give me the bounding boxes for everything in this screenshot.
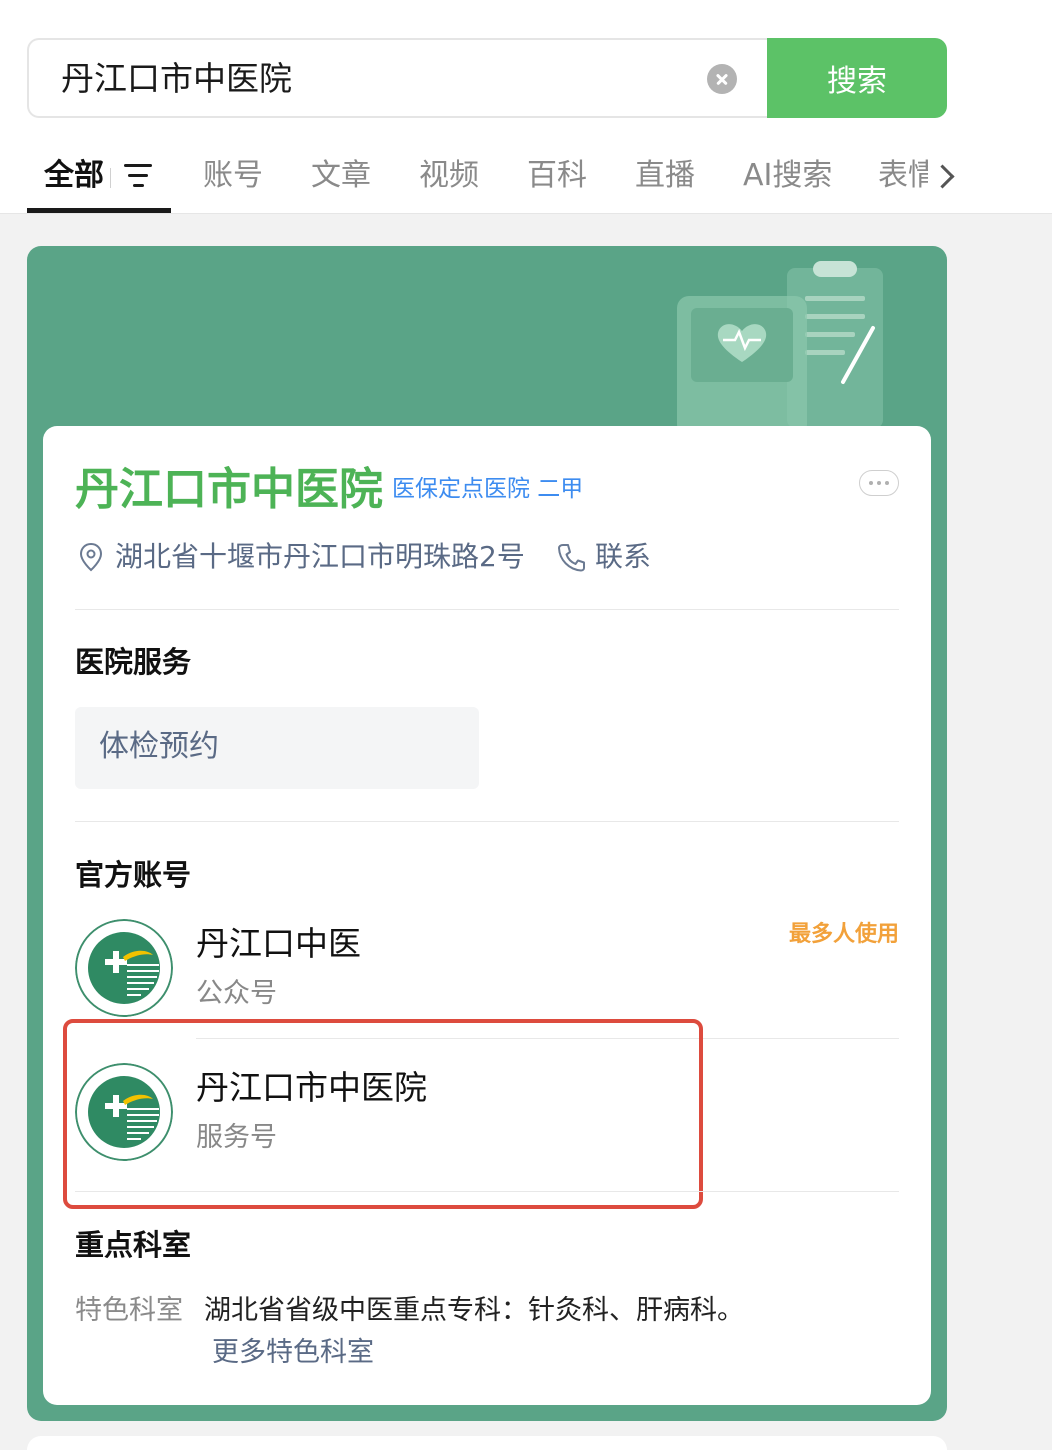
tab-live[interactable]: 直播 (635, 156, 695, 196)
divider (75, 1191, 899, 1192)
tab-baike[interactable]: 百科 (527, 156, 587, 196)
highlight-box (63, 1019, 703, 1209)
address-row: 湖北省十堰市丹江口市明珠路2号 联系 (77, 538, 897, 578)
phone-icon[interactable] (557, 542, 585, 572)
tab-articles[interactable]: 文章 (311, 156, 371, 196)
clear-icon[interactable] (707, 64, 737, 94)
divider (75, 609, 899, 610)
feature-dept-label: 特色科室 (75, 1295, 183, 1326)
search-button[interactable]: 搜索 (767, 38, 947, 118)
location-pin-icon (79, 542, 103, 572)
tab-videos[interactable]: 视频 (419, 156, 479, 196)
contact-link[interactable]: 联系 (595, 538, 651, 576)
services-title: 医院服务 (75, 645, 192, 679)
account-type: 公众号 (196, 978, 277, 1009)
tab-separator (110, 168, 111, 188)
tab-accounts[interactable]: 账号 (203, 156, 263, 196)
divider (75, 821, 899, 822)
service-label: 体检预约 (99, 729, 219, 764)
next-result-card (27, 1436, 947, 1450)
medical-clipboard-illustration (677, 261, 883, 426)
checkup-booking-button[interactable]: 体检预约 (75, 707, 479, 789)
filter-icon[interactable] (124, 164, 154, 188)
tab-ai-search[interactable]: AI搜索 (743, 156, 832, 196)
hospital-tags: 医保定点医院 二甲 (392, 476, 584, 502)
tab-all[interactable]: 全部 (44, 156, 104, 196)
departments-title: 重点科室 (75, 1228, 192, 1262)
more-options-icon[interactable] (859, 470, 899, 496)
most-used-badge: 最多人使用 (788, 922, 899, 947)
accounts-title: 官方账号 (75, 858, 192, 892)
tab-stickers[interactable]: 表情 (878, 156, 928, 196)
tab-bar: 全部 账号 文章 视频 百科 直播 AI搜索 表情 (0, 140, 1052, 214)
search-input[interactable]: 丹江口市中医院 (27, 38, 768, 118)
chevron-right-icon[interactable] (928, 160, 958, 194)
hospital-logo-avatar (75, 919, 173, 1017)
account-name: 丹江口中医 (196, 924, 361, 963)
hospital-address[interactable]: 湖北省十堰市丹江口市明珠路2号 (115, 538, 525, 576)
feature-dept-text: 湖北省省级中医重点专科：针灸科、肝病科。 (204, 1295, 744, 1326)
search-query-text: 丹江口市中医院 (61, 59, 292, 98)
hospital-name[interactable]: 丹江口市中医院 (75, 462, 383, 518)
active-tab-indicator (27, 208, 171, 213)
more-departments-link[interactable]: 更多特色科室 (212, 1334, 374, 1372)
search-bar: 丹江口市中医院 搜索 (27, 38, 947, 118)
